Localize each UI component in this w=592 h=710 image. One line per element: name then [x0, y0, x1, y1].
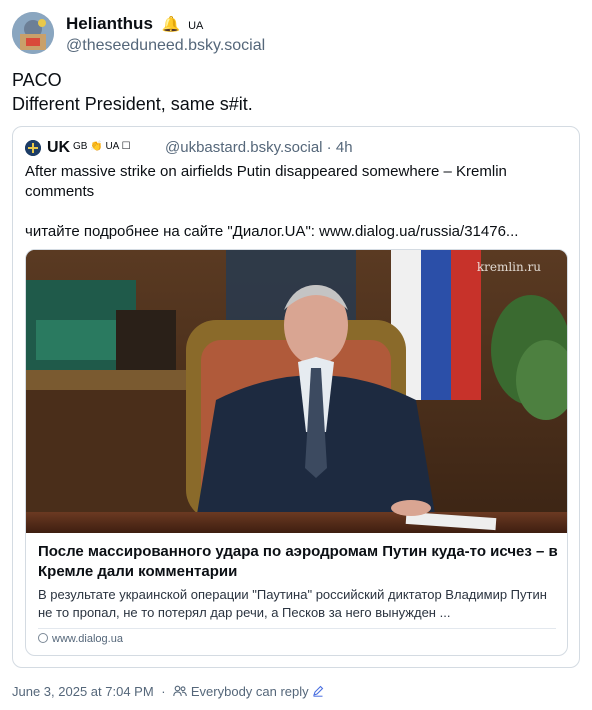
link-preview-title: После массированного удара по аэродромам…: [38, 543, 558, 580]
quoted-author-avatar[interactable]: [25, 140, 41, 156]
author-avatar[interactable]: [12, 12, 54, 54]
bell-emoji: 🔔: [161, 16, 181, 33]
author-handle[interactable]: @theseeduneed.bsky.social: [66, 37, 265, 55]
quoted-post[interactable]: UK GB 👏 UA ☐ @ukbastard.bsky.social · 4h…: [12, 126, 580, 668]
footer-separator: ·: [161, 684, 166, 699]
post-footer: June 3, 2025 at 7:04 PM · Everybody can …: [12, 684, 324, 699]
link-preview-image: kremlin.ru: [26, 250, 567, 533]
quoted-post-time: 4h: [335, 139, 353, 156]
quoted-author-handle-time[interactable]: @ukbastard.bsky.social · 4h: [165, 139, 353, 156]
post-text-line-2: Different President, same s#it.: [12, 94, 253, 114]
post-header: Helianthus 🔔 UA @theseeduneed.bsky.socia…: [12, 10, 582, 58]
link-preview-domain: www.dialog.ua: [38, 633, 123, 645]
link-preview-divider: [38, 628, 556, 629]
quoted-post-text: After massive strike on airfields Putin …: [25, 162, 565, 262]
image-watermark: kremlin.ru: [476, 260, 541, 274]
quoted-author-handle: @ukbastard.bsky.social: [165, 139, 323, 156]
quoted-post-header: UK GB 👏 UA ☐ @ukbastard.bsky.social · 4h: [25, 139, 565, 159]
author-name[interactable]: Helianthus 🔔 UA: [66, 14, 203, 34]
author-display-name: Helianthus: [66, 14, 153, 33]
post-timestamp[interactable]: June 3, 2025 at 7:04 PM: [12, 684, 154, 699]
people-icon: [173, 685, 188, 697]
quoted-author-flags: GB 👏 UA ☐: [73, 141, 131, 152]
reply-setting-label: Everybody can reply: [190, 684, 309, 699]
quoted-author-name[interactable]: UK: [47, 139, 70, 157]
link-domain-text: www.dialog.ua: [52, 633, 123, 645]
edit-pencil-icon[interactable]: [312, 685, 324, 697]
post-text: PACO Different President, same s#it.: [12, 68, 577, 116]
kremlin-office-photo: [26, 250, 567, 533]
quoted-post-text-main: After massive strike on airfields Putin …: [25, 163, 507, 200]
quoted-post-text-more: читайте подробнее на сайте "Диалог.UA": …: [25, 223, 519, 240]
globe-icon: [38, 633, 48, 643]
reply-setting[interactable]: Everybody can reply: [173, 684, 324, 699]
post-text-line-1: PACO: [12, 70, 62, 90]
link-preview-description: В результате украинской операции "Паутин…: [38, 587, 547, 620]
flag-code: UA: [188, 20, 204, 32]
link-preview-card[interactable]: kremlin.ru После массированного удара по…: [25, 249, 568, 656]
